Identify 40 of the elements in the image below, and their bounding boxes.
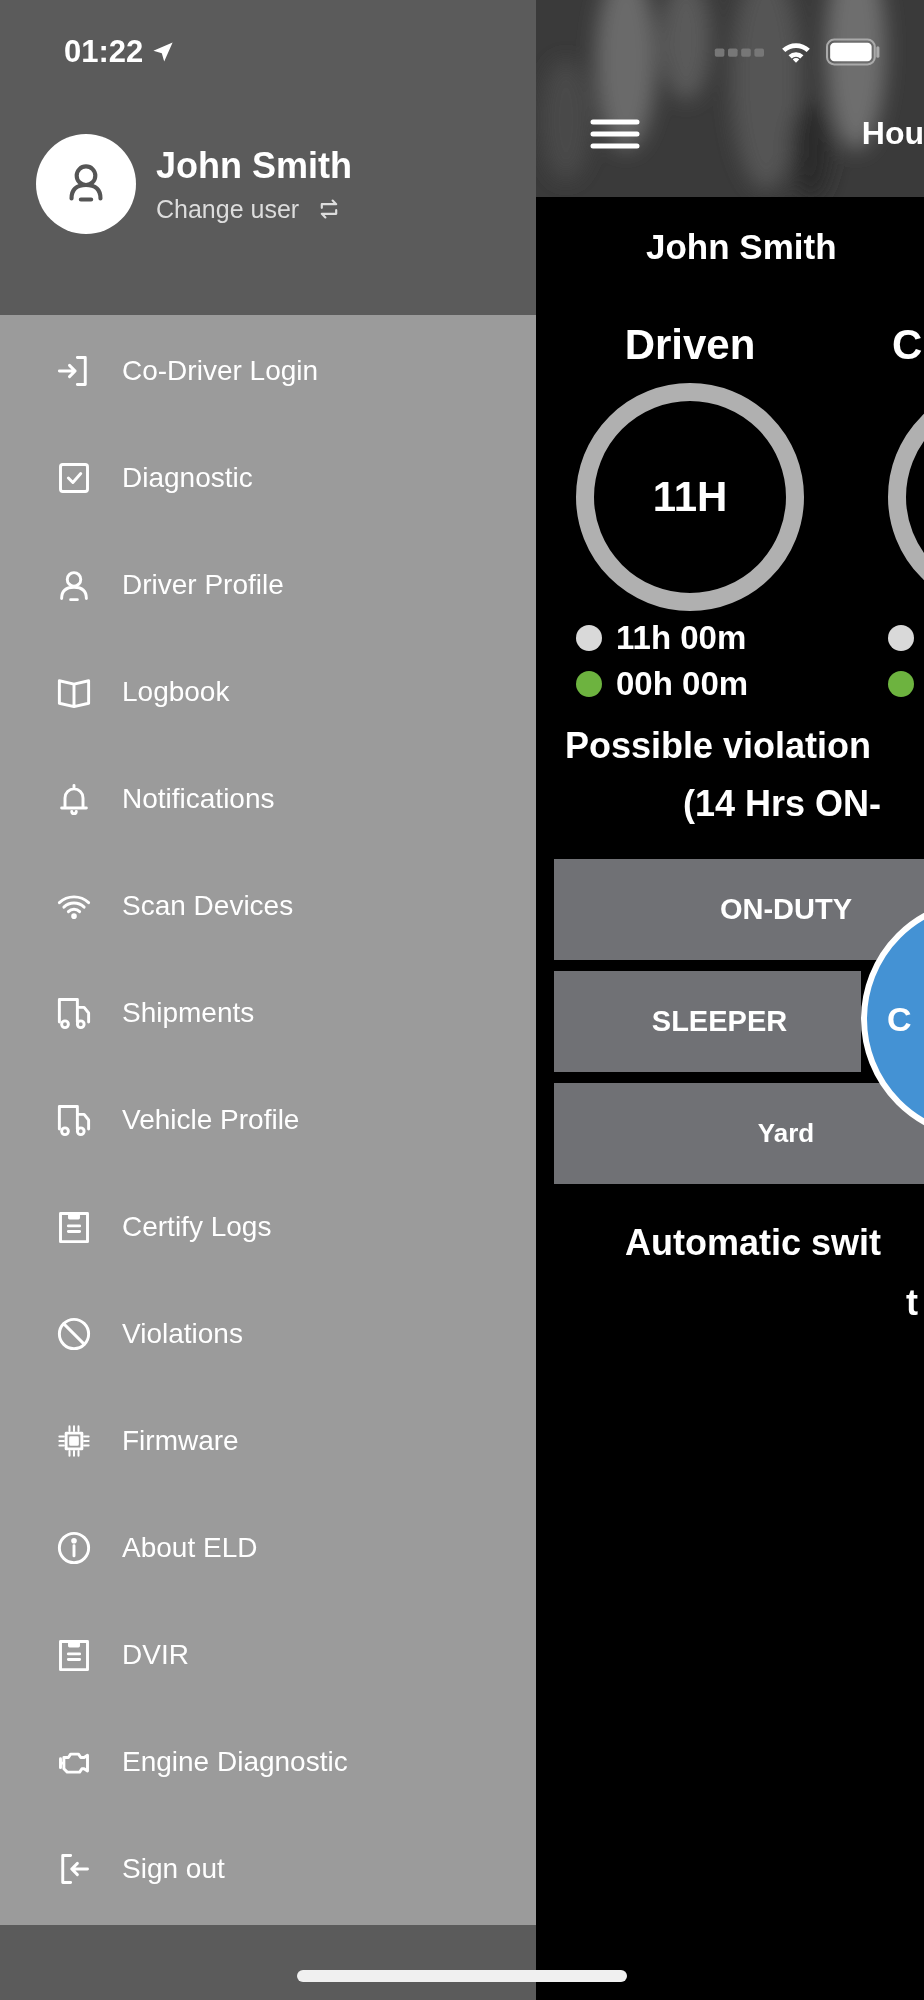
status-button[interactable]: ON-DUTY <box>554 859 924 960</box>
gauge-heading: Driven <box>623 321 757 369</box>
legend-time: 11h 00m <box>616 619 747 657</box>
info-icon <box>56 1529 92 1566</box>
hours-value: 11H <box>652 473 728 521</box>
menu-icon[interactable] <box>590 117 640 150</box>
menu-item[interactable]: Certify Logs <box>0 1173 536 1280</box>
status-button[interactable]: SLEEPER <box>554 971 861 1072</box>
menu-item[interactable]: Diagnostic <box>0 424 536 531</box>
status-button[interactable]: Yard <box>554 1083 924 1184</box>
menu-item[interactable]: Sign out <box>0 1815 536 1922</box>
prohibited-icon <box>56 1315 92 1352</box>
menu-item[interactable]: Vehicle Profile <box>0 1066 536 1173</box>
menu-item[interactable]: Co-Driver Login <box>0 317 536 424</box>
location-arrow-icon <box>151 40 176 64</box>
violation-warning: Possible violation <box>564 725 873 768</box>
auto-switch-note: t <box>905 1282 919 1325</box>
chip-icon <box>56 1422 92 1459</box>
battery-icon <box>826 38 882 66</box>
status-time: 01:22 <box>64 34 144 70</box>
wifi-icon <box>780 40 812 64</box>
menu-item[interactable]: Scan Devices <box>0 852 536 959</box>
menu-item[interactable]: DVIR <box>0 1601 536 1708</box>
signal-icon <box>714 46 766 58</box>
driver-name: John Smith <box>646 227 838 267</box>
auto-switch-note: Automatic swit <box>624 1222 883 1265</box>
gauge-heading: C <box>891 321 924 369</box>
menu-item[interactable]: Engine Diagnostic <box>0 1708 536 1815</box>
menu-item[interactable]: Violations <box>0 1280 536 1387</box>
menu-item[interactable]: Logbook <box>0 638 536 745</box>
user-name: John Smith <box>156 144 352 187</box>
legend-time: 00h 00m <box>616 665 749 703</box>
violation-warning: (14 Hrs ON- <box>682 783 883 826</box>
menu-item[interactable]: Shipments <box>0 959 536 1066</box>
change-user-link[interactable]: Change user <box>156 194 300 224</box>
menu-item[interactable]: About ELD <box>0 1494 536 1601</box>
menu-item[interactable]: Firmware <box>0 1387 536 1494</box>
screen-title: Hou <box>861 115 924 152</box>
menu-item[interactable]: Notifications <box>0 745 536 852</box>
menu-item[interactable]: Driver Profile <box>0 531 536 638</box>
